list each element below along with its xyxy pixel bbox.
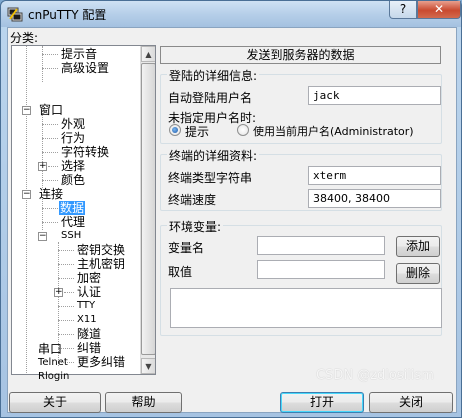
radio-system-user-label[interactable]: 使用当前用户名(Administrator) (253, 123, 414, 139)
help-button[interactable]: ? (389, 1, 417, 19)
env-vars-list[interactable] (170, 288, 442, 328)
tree-item-auth[interactable]: 认证 (76, 285, 102, 299)
remove-env-button[interactable]: 删除 (396, 263, 440, 284)
tree-item-host-keys[interactable]: 主机密钥 (76, 257, 126, 271)
tree-item-bugs[interactable]: 纠错 (76, 341, 102, 355)
auto-login-input[interactable]: jack (308, 86, 441, 105)
tree-item-colours[interactable]: 颜色 (60, 173, 86, 187)
tree-scrollbar[interactable]: ▲ ▼ (140, 46, 155, 374)
collapse-icon[interactable]: − (22, 190, 31, 199)
close-button[interactable]: ✕ (417, 1, 461, 19)
collapse-icon[interactable]: − (22, 106, 31, 115)
about-button[interactable]: 关于 (9, 392, 101, 413)
tree-line (42, 152, 58, 153)
tree-line (64, 292, 74, 293)
tree-item-bell[interactable]: 提示音 (60, 47, 98, 61)
tree-line (58, 320, 74, 321)
dialog-client-area: 分类: − + − − + 提示音 高级设置 窗口 外观 行为 字符转换 选择 … (7, 27, 457, 413)
tree-item-bell-advanced[interactable]: 高级设置 (60, 61, 110, 75)
login-group-title: 登陆的详细信息: (167, 67, 260, 84)
radio-prompt[interactable] (169, 124, 181, 136)
tree-line (48, 166, 58, 167)
scroll-thumb[interactable] (141, 63, 155, 355)
tree-line (42, 110, 43, 188)
tree-item-serial[interactable]: 串口 (37, 342, 63, 356)
tree-line (42, 124, 58, 125)
tree-line (58, 250, 74, 251)
terminal-speed-label: 终端速度 (168, 193, 217, 207)
tree-item-x11[interactable]: X11 (76, 313, 98, 327)
tree-line (42, 208, 58, 209)
terminal-speed-input[interactable]: 38400, 38400 (308, 189, 441, 208)
tree-item-connection[interactable]: 连接 (38, 187, 64, 201)
tree-line (42, 68, 58, 69)
tree-line (58, 278, 74, 279)
cancel-button[interactable]: 关闭 (369, 392, 453, 413)
tree-line (42, 138, 58, 139)
tree-item-tunnels[interactable]: 隧道 (76, 327, 102, 341)
scroll-up-icon[interactable]: ▲ (141, 46, 155, 62)
tree-item-data[interactable]: 数据 (59, 201, 86, 215)
tree-item-telnet[interactable]: Telnet (37, 356, 69, 370)
radio-system-user[interactable] (237, 124, 249, 136)
env-group-title: 环境变量: (167, 218, 224, 235)
tree-line (42, 222, 58, 223)
open-button[interactable]: 打开 (280, 392, 364, 413)
tree-item-kex[interactable]: 密钥交换 (76, 243, 126, 257)
expand-icon[interactable]: + (38, 162, 47, 171)
tree-line (58, 334, 74, 335)
tree-line (42, 46, 43, 82)
close-icon: ✕ (433, 2, 445, 16)
help-icon: ? (399, 2, 407, 16)
tree-line (58, 264, 74, 265)
help-footer-button[interactable]: 帮助 (105, 392, 182, 413)
panel-header: 发送到服务器的数据 (160, 46, 441, 64)
tree-item-rlogin[interactable]: Rlogin (37, 370, 70, 384)
env-var-name-label: 变量名 (168, 241, 205, 255)
tree-line (42, 54, 58, 55)
env-var-name-input[interactable] (257, 236, 385, 255)
tree-line (26, 46, 27, 374)
env-value-input[interactable] (257, 260, 385, 279)
csdn-watermark: CSDN @zdlosilism (316, 368, 434, 383)
tree-line (42, 180, 58, 181)
collapse-icon[interactable]: − (38, 232, 47, 241)
title-bar[interactable]: cnPuTTY 配置 ? ✕ (1, 1, 461, 27)
tree-line (58, 306, 74, 307)
category-label: 分类: (10, 31, 39, 45)
tree-item-selection[interactable]: 选择 (60, 159, 86, 173)
tree-item-tty[interactable]: TTY (76, 299, 96, 313)
env-value-label: 取值 (168, 265, 193, 279)
putty-app-icon (7, 7, 23, 22)
window-title: cnPuTTY 配置 (28, 8, 107, 22)
expand-icon[interactable]: + (54, 288, 63, 297)
tree-item-proxy[interactable]: 代理 (60, 215, 86, 229)
radio-prompt-label[interactable]: 提示 (185, 123, 209, 140)
tree-item-window[interactable]: 窗口 (38, 103, 64, 117)
scroll-down-icon[interactable]: ▼ (141, 358, 155, 374)
tree-item-ssh[interactable]: SSH (60, 229, 82, 243)
auto-login-label: 自动登陆用户名 (168, 91, 253, 105)
tree-item-cipher[interactable]: 加密 (76, 271, 102, 285)
category-tree[interactable]: − + − − + 提示音 高级设置 窗口 外观 行为 字符转换 选择 颜色 连… (11, 45, 156, 375)
putty-config-window: cnPuTTY 配置 ? ✕ 分类: − + − − + 提示音 高级设置 窗口… (0, 0, 462, 418)
tree-item-more-bugs[interactable]: 更多纠错 (76, 355, 126, 369)
add-env-button[interactable]: 添加 (396, 236, 440, 257)
terminal-group-title: 终端的详细资料: (167, 147, 260, 164)
tree-item-translation[interactable]: 字符转换 (60, 145, 110, 159)
terminal-type-label: 终端类型字符串 (168, 171, 253, 185)
tree-item-behaviour[interactable]: 行为 (60, 131, 86, 145)
tree-item-appearance[interactable]: 外观 (60, 117, 86, 131)
terminal-type-input[interactable]: xterm (308, 166, 441, 185)
